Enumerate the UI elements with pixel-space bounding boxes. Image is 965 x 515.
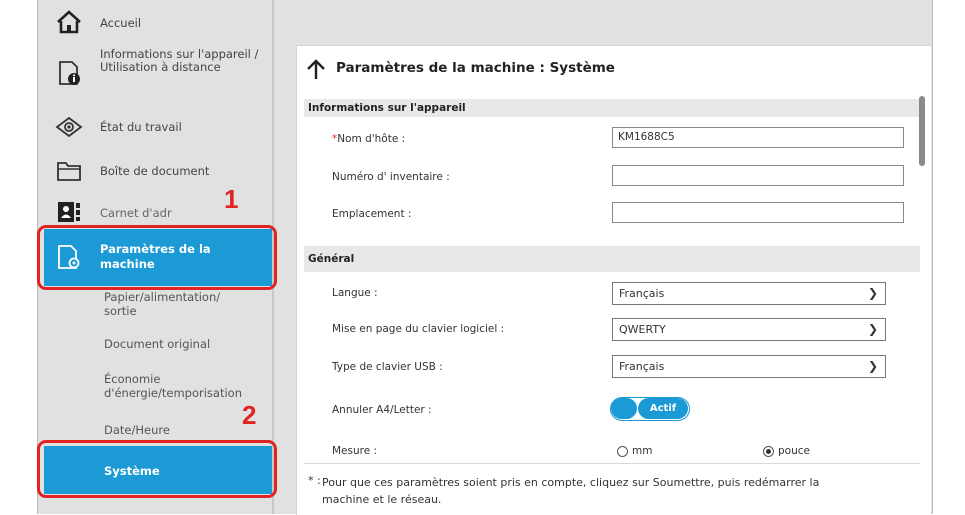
measure-label: Mesure :	[332, 445, 378, 457]
inventory-label: Numéro d' inventaire :	[332, 171, 450, 183]
toggle-state-label: Actif	[638, 398, 688, 419]
highlight-system	[37, 440, 277, 498]
back-arrow-icon[interactable]	[305, 58, 327, 84]
folder-icon	[54, 158, 84, 184]
home-icon	[54, 9, 84, 35]
eye-icon	[54, 114, 84, 140]
chevron-down-icon: ❯	[867, 286, 878, 300]
hostname-label: *Nom d'hôte :	[332, 133, 406, 145]
step-number-1: 1	[224, 184, 239, 214]
location-input[interactable]	[612, 202, 904, 223]
sidebar-item-document-box[interactable]: Boîte de document	[44, 154, 272, 188]
keyboard-layout-value: QWERTY	[619, 323, 666, 336]
section-device-info: Informations sur l'appareil	[304, 99, 920, 117]
sidebar-subitem-energy-saver[interactable]: Économie d'énergie/temporisation	[104, 372, 242, 400]
sidebar-item-label: Accueil	[100, 16, 142, 30]
page-title: Paramètres de la machine : Système	[336, 60, 615, 76]
address-book-icon	[54, 199, 84, 225]
device-info-icon	[54, 60, 84, 86]
measure-inch-label: pouce	[778, 445, 810, 457]
hostname-input[interactable]: KM1688C5	[612, 127, 904, 148]
language-select[interactable]: Français ❯	[612, 282, 886, 305]
language-value: Français	[619, 287, 665, 300]
toggle-knob	[611, 398, 637, 419]
a4-letter-toggle[interactable]: Actif	[610, 397, 690, 421]
inventory-input[interactable]	[612, 165, 904, 186]
sidebar-item-home[interactable]: Accueil	[44, 6, 272, 38]
section-general: Général	[304, 246, 920, 272]
note-text: Pour que ces paramètres soient pris en c…	[322, 476, 820, 506]
section-title: Informations sur l'appareil	[308, 102, 466, 114]
sidebar-item-label: Boîte de document	[100, 164, 210, 178]
section-title: Général	[308, 253, 355, 265]
highlight-machine-settings	[37, 225, 277, 290]
scrollbar-thumb[interactable]	[919, 96, 925, 166]
chevron-down-icon: ❯	[867, 359, 878, 373]
sidebar-item-label: État du travail	[100, 120, 182, 134]
sidebar-item-label: Carnet d'adr	[100, 206, 172, 220]
divider	[304, 463, 920, 464]
location-label: Emplacement :	[332, 208, 412, 220]
usb-keyboard-select[interactable]: Français ❯	[612, 355, 886, 378]
usb-keyboard-value: Français	[619, 360, 665, 373]
sidebar-item-device-info[interactable]: Informations sur l'appareil / Utilisatio…	[44, 44, 272, 100]
measure-inch-radio[interactable]	[763, 446, 774, 457]
usb-keyboard-label: Type de clavier USB :	[332, 361, 443, 373]
language-label: Langue :	[332, 287, 378, 299]
note-marker: * :	[308, 474, 321, 487]
keyboard-layout-select[interactable]: QWERTY ❯	[612, 318, 886, 341]
sidebar-item-label: Informations sur l'appareil / Utilisatio…	[100, 47, 259, 74]
measure-mm-radio[interactable]	[617, 446, 628, 457]
sidebar-subitem-original-document[interactable]: Document original	[104, 337, 272, 351]
sidebar-subitem-paper[interactable]: Papier/alimentation/ sortie	[104, 290, 242, 318]
sidebar-item-job-status[interactable]: État du travail	[44, 110, 272, 144]
chevron-down-icon: ❯	[867, 322, 878, 336]
a4-letter-label: Annuler A4/Letter :	[332, 404, 432, 416]
step-number-2: 2	[242, 400, 257, 430]
keyboard-layout-label: Mise en page du clavier logiciel :	[332, 323, 505, 335]
measure-mm-label: mm	[632, 445, 653, 457]
